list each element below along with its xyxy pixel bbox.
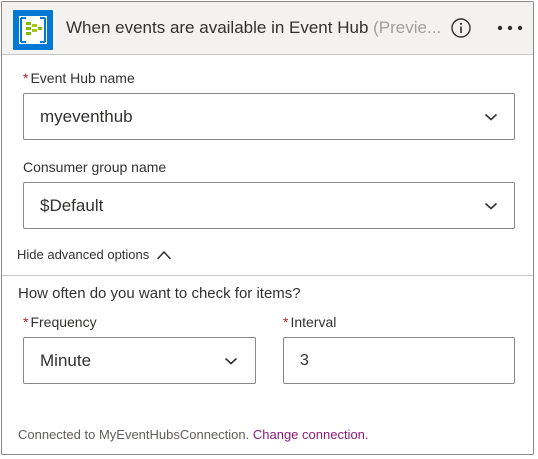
frequency-value: Minute xyxy=(40,350,92,370)
interval-label: * Interval xyxy=(283,314,336,330)
chevron-down-icon xyxy=(484,113,498,121)
card-header[interactable]: When events are available in Event Hub (… xyxy=(2,2,533,55)
info-icon[interactable] xyxy=(450,17,472,39)
frequency-label: * Frequency xyxy=(23,314,97,330)
event-hub-name-dropdown[interactable]: myeventhub xyxy=(23,93,515,140)
chevron-down-icon xyxy=(224,357,238,365)
chevron-down-icon xyxy=(484,202,498,210)
chevron-up-icon xyxy=(156,250,171,260)
required-marker: * xyxy=(23,70,29,86)
event-hub-name-value: myeventhub xyxy=(40,106,133,126)
trigger-card: When events are available in Event Hub (… xyxy=(1,1,534,455)
connection-status-text: Connected to MyEventHubsConnection. xyxy=(18,427,250,442)
consumer-group-label: Consumer group name xyxy=(23,159,167,175)
event-hub-icon xyxy=(13,10,53,50)
recurrence-question: How often do you want to check for items… xyxy=(18,285,301,302)
frequency-label-text: Frequency xyxy=(30,314,97,330)
trigger-title: When events are available in Event Hub (… xyxy=(66,18,441,38)
consumer-group-dropdown[interactable]: $Default xyxy=(23,182,515,229)
section-divider xyxy=(2,275,533,276)
hide-advanced-options-label: Hide advanced options xyxy=(17,247,150,262)
required-marker: * xyxy=(283,314,289,330)
event-hub-name-label: * Event Hub name xyxy=(23,70,135,86)
frequency-dropdown[interactable]: Minute xyxy=(23,337,256,384)
connection-info: Connected to MyEventHubsConnection. Chan… xyxy=(18,427,369,442)
change-connection-link[interactable]: Change connection. xyxy=(253,427,369,442)
trigger-title-text: When events are available in Event Hub xyxy=(66,18,369,37)
interval-label-text: Interval xyxy=(290,314,337,330)
interval-input[interactable]: 3 xyxy=(283,337,515,384)
interval-value: 3 xyxy=(300,351,309,369)
consumer-group-value: $Default xyxy=(40,195,104,215)
hide-advanced-options-toggle[interactable]: Hide advanced options xyxy=(17,247,172,267)
event-hub-name-label-text: Event Hub name xyxy=(30,70,135,86)
preview-tag: (Previe... xyxy=(373,18,442,37)
more-options-icon[interactable] xyxy=(494,15,526,41)
required-marker: * xyxy=(23,314,29,330)
